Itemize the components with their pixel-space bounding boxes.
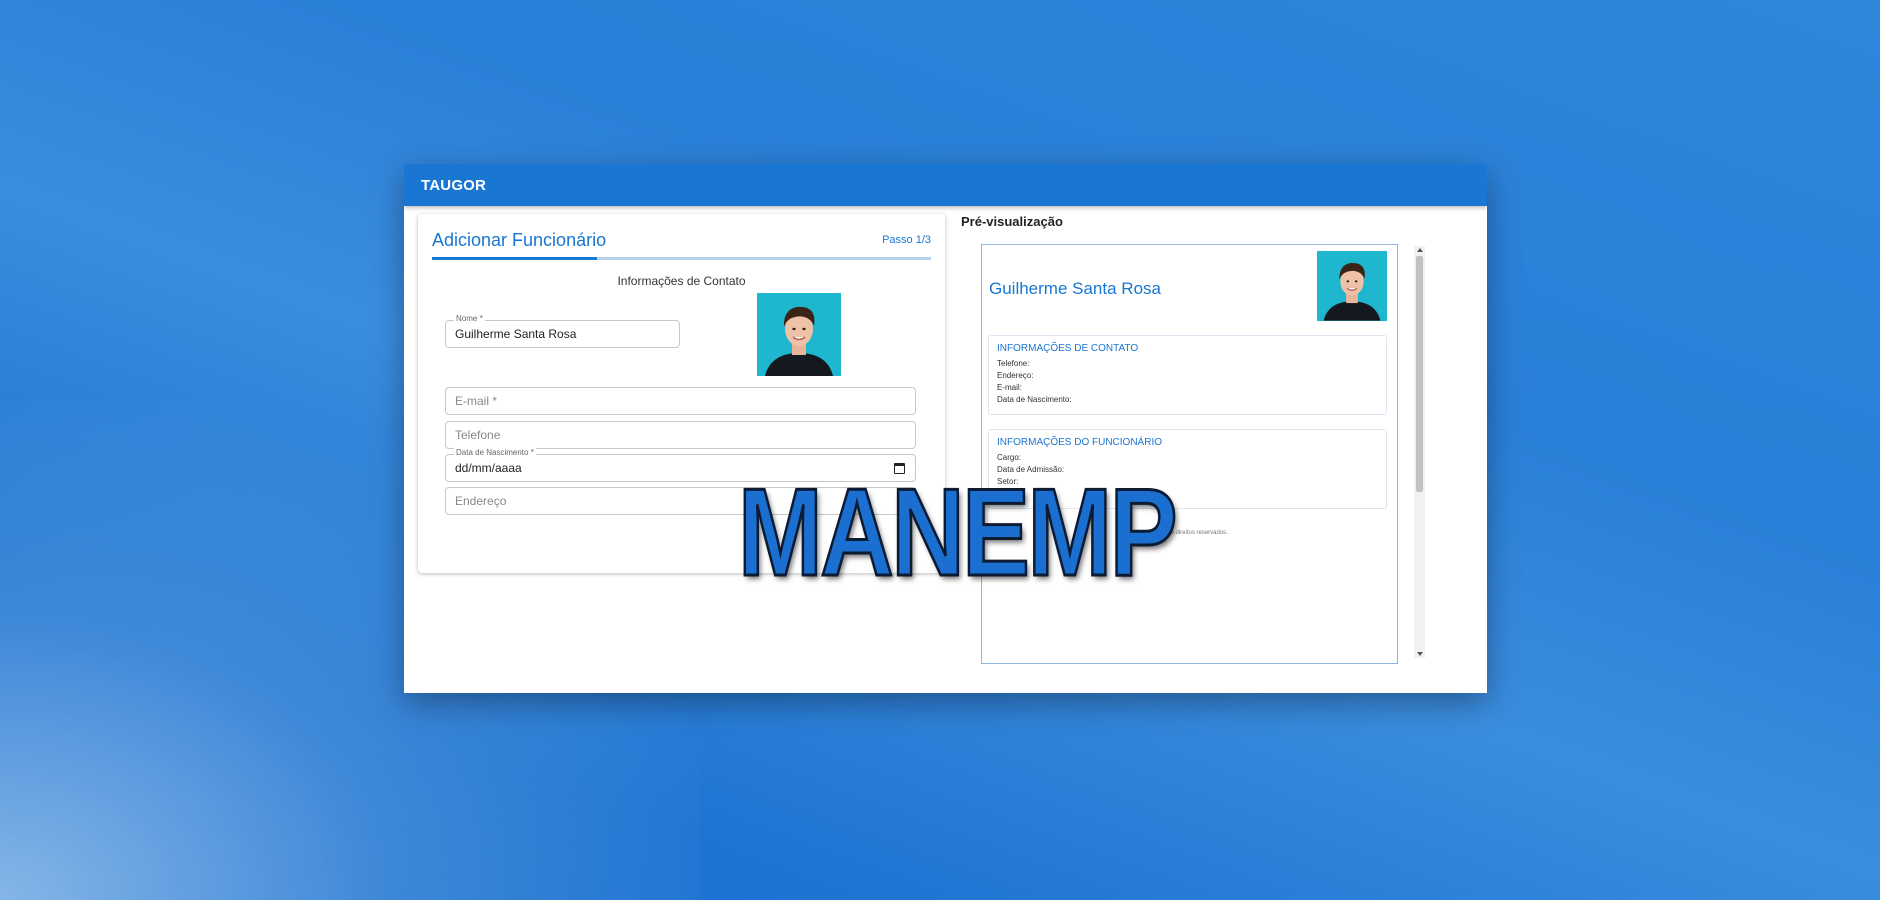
form-header: Adicionar Funcionário Passo 1/3 xyxy=(432,230,931,260)
step-progress-bar xyxy=(432,257,931,260)
preview-employee-title: INFORMAÇÕES DO FUNCIONÁRIO xyxy=(997,437,1163,448)
app-title[interactable]: TAUGOR xyxy=(421,177,486,194)
birthdate-field-label: Data de Nascimento * xyxy=(454,448,536,457)
step-indicator: Passo 1/3 xyxy=(882,234,931,246)
name-field-label: Nome * xyxy=(454,314,485,323)
contact-section-title: Informações de Contato xyxy=(617,274,746,288)
scroll-down-arrow-icon[interactable] xyxy=(1417,652,1423,656)
employee-photo-image xyxy=(757,293,841,376)
phone-field[interactable] xyxy=(445,421,916,449)
preview-contact-line: Endereço: xyxy=(997,371,1034,380)
phone-input[interactable] xyxy=(446,422,915,448)
scroll-thumb[interactable] xyxy=(1416,256,1423,492)
preview-contact-line: E-mail: xyxy=(997,383,1022,392)
preview-contact-line: Data de Nascimento: xyxy=(997,395,1072,404)
preview-employee-photo xyxy=(1317,251,1387,321)
name-field[interactable]: Nome * xyxy=(445,314,680,348)
email-field[interactable] xyxy=(445,387,916,415)
preview-contact-section: INFORMAÇÕES DE CONTATO Telefone: Endereç… xyxy=(988,335,1387,415)
app-window: TAUGOR Adicionar Funcionário Passo 1/3 I… xyxy=(404,164,1487,693)
preview-contact-title: INFORMAÇÕES DE CONTATO xyxy=(997,343,1139,354)
preview-employee-name: Guilherme Santa Rosa xyxy=(989,279,1161,298)
preview-label: Pré-visualização xyxy=(961,214,1063,229)
form-title: Adicionar Funcionário xyxy=(432,230,607,250)
manemp-logo-watermark: MANEMP xyxy=(737,463,1179,604)
scroll-up-arrow-icon[interactable] xyxy=(1417,248,1423,252)
name-input[interactable] xyxy=(446,321,679,347)
preview-contact-line: Telefone: xyxy=(997,359,1030,368)
app-bar: TAUGOR xyxy=(404,164,1487,206)
step-progress-fill xyxy=(432,257,597,260)
preview-photo-image xyxy=(1317,251,1387,321)
email-input[interactable] xyxy=(446,388,915,414)
employee-photo[interactable] xyxy=(757,293,841,376)
preview-scrollbar[interactable] xyxy=(1414,246,1425,658)
